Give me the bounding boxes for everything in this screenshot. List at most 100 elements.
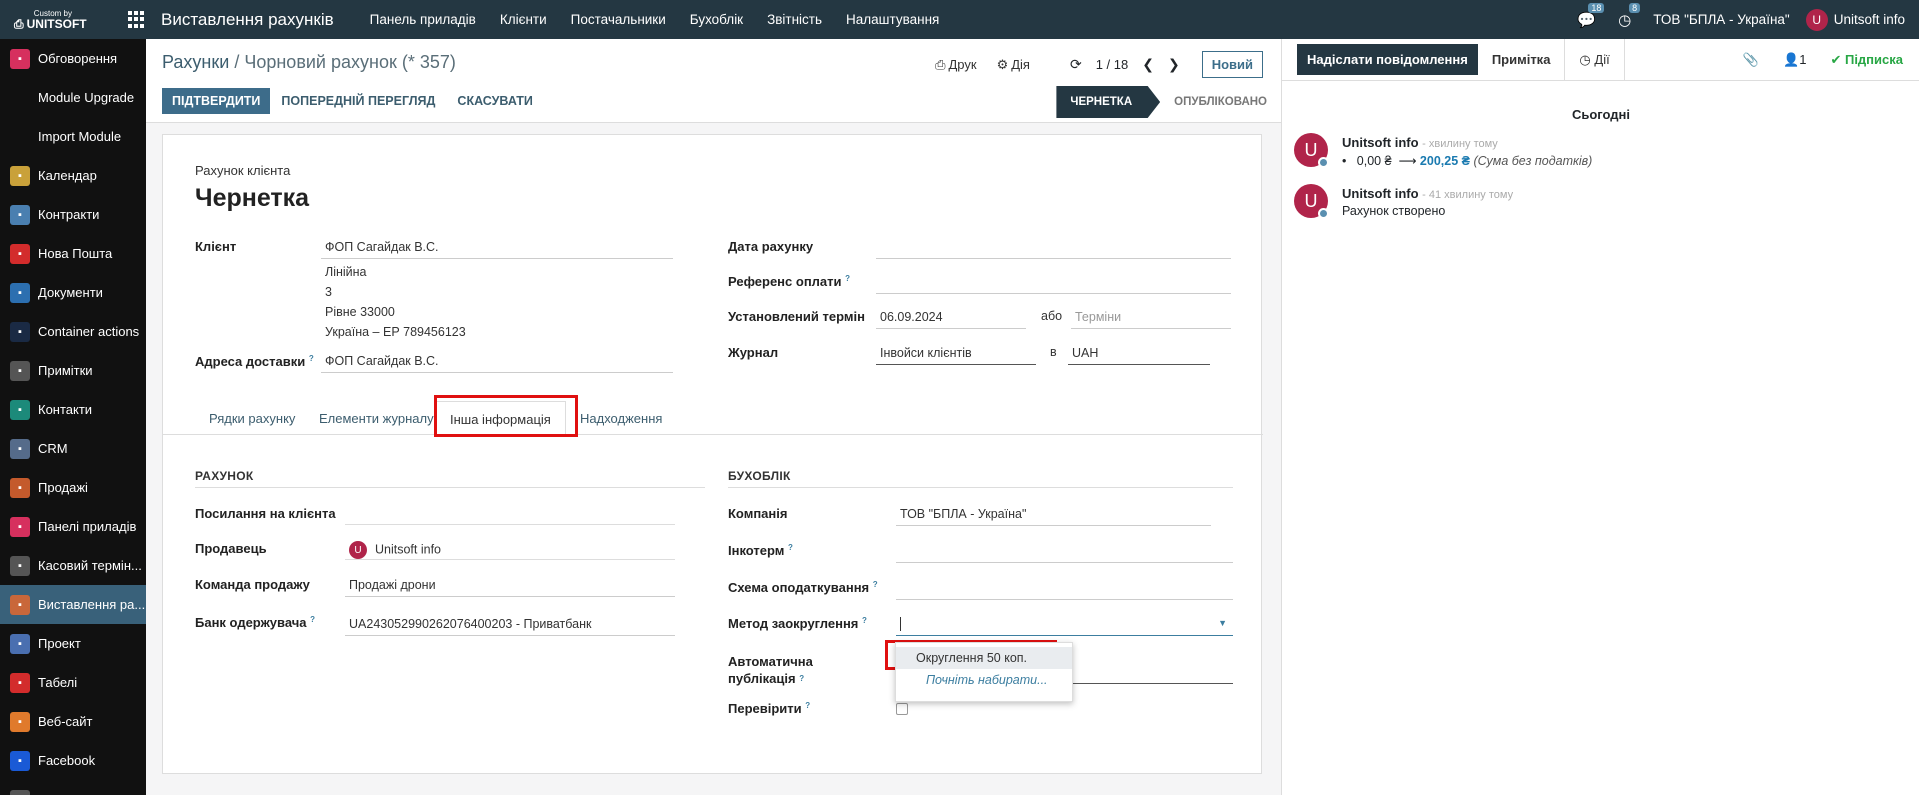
check-checkbox[interactable]: [896, 703, 908, 715]
payment-terms-field[interactable]: Терміни: [1071, 307, 1231, 329]
sales-team-field[interactable]: Продажі дрони: [345, 575, 675, 597]
address-line-2: 3: [325, 285, 332, 299]
sidebar-item-label: Касовий термін...: [38, 558, 142, 573]
sidebar-item-11[interactable]: ▪ Продажі: [0, 468, 146, 507]
unitsoft-logo[interactable]: Custom by ⎙ UNITSOFT: [14, 0, 87, 39]
print-button[interactable]: ⎙ Друк: [935, 57, 976, 73]
sidebar-item-8[interactable]: ▪ Примітки: [0, 351, 146, 390]
sidebar-item-18[interactable]: ▪ Facebook: [0, 741, 146, 780]
user-menu[interactable]: Unitsoft info: [1834, 12, 1905, 27]
refresh-icon[interactable]: ⟳: [1070, 56, 1082, 73]
rounding-field[interactable]: ▼: [896, 614, 1233, 636]
nova-poshta-icon: ▪: [10, 243, 30, 264]
menu-dashboard[interactable]: Панель приладів: [358, 12, 488, 27]
sidebar-item-label: Табелі: [38, 675, 78, 690]
sidebar-item-16[interactable]: ▪ Табелі: [0, 663, 146, 702]
message-2: U Unitsoft info - 41 хвилину тому Рахуно…: [1294, 184, 1894, 224]
confirm-button[interactable]: ПІДТВЕРДИТИ: [162, 88, 271, 114]
sidebar-item-17[interactable]: ▪ Веб-сайт: [0, 702, 146, 741]
sidebar-item-4[interactable]: ▪ Контракти: [0, 195, 146, 234]
sidebar-item-9[interactable]: ▪ Контакти: [0, 390, 146, 429]
message-author[interactable]: Unitsoft info: [1342, 186, 1419, 201]
menu-accounting[interactable]: Бухоблік: [678, 12, 755, 27]
user-avatar[interactable]: U: [1805, 8, 1828, 31]
pager-value[interactable]: 1 / 18: [1096, 57, 1129, 72]
address-line-3: Рівне 33000: [325, 305, 395, 319]
sidebar-item-19[interactable]: ▪електронна на...: [0, 780, 146, 795]
company-switcher[interactable]: ТОВ "БПЛА - Україна": [1653, 12, 1790, 27]
status-bar: ЧЕРНЕТКА ОПУБЛІКОВАНО: [1056, 86, 1281, 118]
sidebar-item-12[interactable]: ▪ Панелі приладів: [0, 507, 146, 546]
send-message-button[interactable]: Надіслати повідомлення: [1297, 44, 1478, 75]
delivery-label: Адреса доставки ?: [195, 354, 314, 369]
breadcrumb-parent[interactable]: Рахунки: [162, 52, 229, 72]
sidebar-item-label: Панелі приладів: [38, 519, 137, 534]
menu-settings[interactable]: Налаштування: [834, 12, 951, 27]
sidebar-item-label: Проект: [38, 636, 81, 651]
sidebar-item-5[interactable]: ▪ Нова Пошта: [0, 234, 146, 273]
menu-reporting[interactable]: Звітність: [755, 12, 834, 27]
currency-field[interactable]: UAH: [1068, 343, 1210, 365]
paperclip-icon[interactable]: 📎: [1743, 52, 1759, 68]
sidebar-item-10[interactable]: ▪ CRM: [0, 429, 146, 468]
bank-label: Банк одержувача ?: [195, 615, 316, 630]
sidebar-item-14[interactable]: ▪ Виставлення ра...: [0, 585, 146, 624]
app-grid-icon[interactable]: [128, 10, 146, 29]
address-line-4: Україна – ЕР 789456123: [325, 325, 466, 339]
client-ref-field[interactable]: [345, 503, 675, 525]
tab-journal-items[interactable]: Елементи журналу: [319, 411, 434, 426]
pager-prev-icon[interactable]: ❮: [1142, 56, 1154, 73]
activities-button[interactable]: ◷ Дії: [1565, 38, 1625, 81]
tab-receipts[interactable]: Надходження: [580, 411, 662, 426]
log-note-button[interactable]: Примітка: [1478, 38, 1566, 81]
payment-ref-field[interactable]: [876, 272, 1231, 294]
pager-next-icon[interactable]: ❯: [1168, 56, 1180, 73]
sidebar-item-3[interactable]: ▪ Календар: [0, 156, 146, 195]
sidebar-item-0[interactable]: ▪ Обговорення: [0, 39, 146, 78]
sidebar-item-2[interactable]: Import Module: [0, 117, 146, 156]
due-date-field[interactable]: 06.09.2024: [876, 307, 1026, 329]
app-title[interactable]: Виставлення рахунків: [161, 10, 334, 30]
invoice-date-label: Дата рахунку: [728, 239, 814, 254]
print-label: Друк: [948, 57, 977, 72]
sidebar-item-6[interactable]: ▪ Документи: [0, 273, 146, 312]
menu-customers[interactable]: Клієнти: [488, 12, 559, 27]
company-field[interactable]: ТОВ "БПЛА - Україна": [896, 504, 1211, 526]
activities-clock-icon[interactable]: ◷ 8: [1618, 2, 1641, 29]
check-label: Перевірити ?: [728, 701, 811, 716]
invoice-date-field[interactable]: [876, 237, 1231, 259]
message-author[interactable]: Unitsoft info: [1342, 135, 1419, 150]
sidebar-item-15[interactable]: ▪ Проект: [0, 624, 146, 663]
preview-button[interactable]: ПОПЕРЕДНІЙ ПЕРЕГЛЯД: [270, 88, 446, 114]
salesperson-field[interactable]: U Unitsoft info: [345, 538, 675, 560]
follow-button[interactable]: ✔ Підписка: [1830, 52, 1903, 68]
dashboard-icon: ▪: [10, 516, 30, 537]
incoterm-field[interactable]: [896, 541, 1233, 563]
date-separator: Сьогодні: [1571, 107, 1631, 122]
status-draft[interactable]: ЧЕРНЕТКА: [1056, 86, 1161, 118]
sidebar-item-7[interactable]: ▪ Container actions: [0, 312, 146, 351]
sidebar-item-label: Import Module: [38, 129, 122, 144]
fiscal-position-label: Схема оподаткування ?: [728, 580, 878, 595]
timesheet-icon: ▪: [10, 672, 30, 693]
menu-vendors[interactable]: Постачальники: [559, 12, 678, 27]
status-posted[interactable]: ОПУБЛІКОВАНО: [1160, 86, 1281, 118]
messages-icon[interactable]: 💬 18: [1577, 2, 1605, 29]
start-typing-hint[interactable]: Почніть набирати...: [926, 673, 1048, 687]
sidebar-item-1[interactable]: Module Upgrade: [0, 78, 146, 117]
tab-invoice-lines[interactable]: Рядки рахунку: [209, 411, 295, 426]
fiscal-position-field[interactable]: [896, 578, 1233, 600]
rounding-option[interactable]: Округлення 50 коп.: [896, 647, 1072, 669]
chevron-down-icon: ▼: [1218, 618, 1227, 628]
delivery-field[interactable]: ФОП Сагайдак В.С.: [321, 351, 673, 373]
sidebar-item-13[interactable]: ▪ Касовий термін...: [0, 546, 146, 585]
followers-button[interactable]: 👤1: [1783, 52, 1806, 68]
breadcrumb: Рахунки / Чорновий рахунок (* 357): [162, 52, 456, 73]
bank-field[interactable]: UA243052990262076400203 - Приватбанк: [345, 614, 675, 636]
cancel-button[interactable]: СКАСУВАТИ: [446, 88, 543, 114]
journal-field[interactable]: Інвойси клієнтів: [876, 343, 1036, 365]
customer-field[interactable]: ФОП Сагайдак В.С.: [321, 237, 673, 259]
action-button[interactable]: ⚙ Дія: [997, 57, 1030, 73]
logo-icon: ⎙: [14, 16, 24, 31]
new-button[interactable]: Новий: [1201, 51, 1263, 78]
